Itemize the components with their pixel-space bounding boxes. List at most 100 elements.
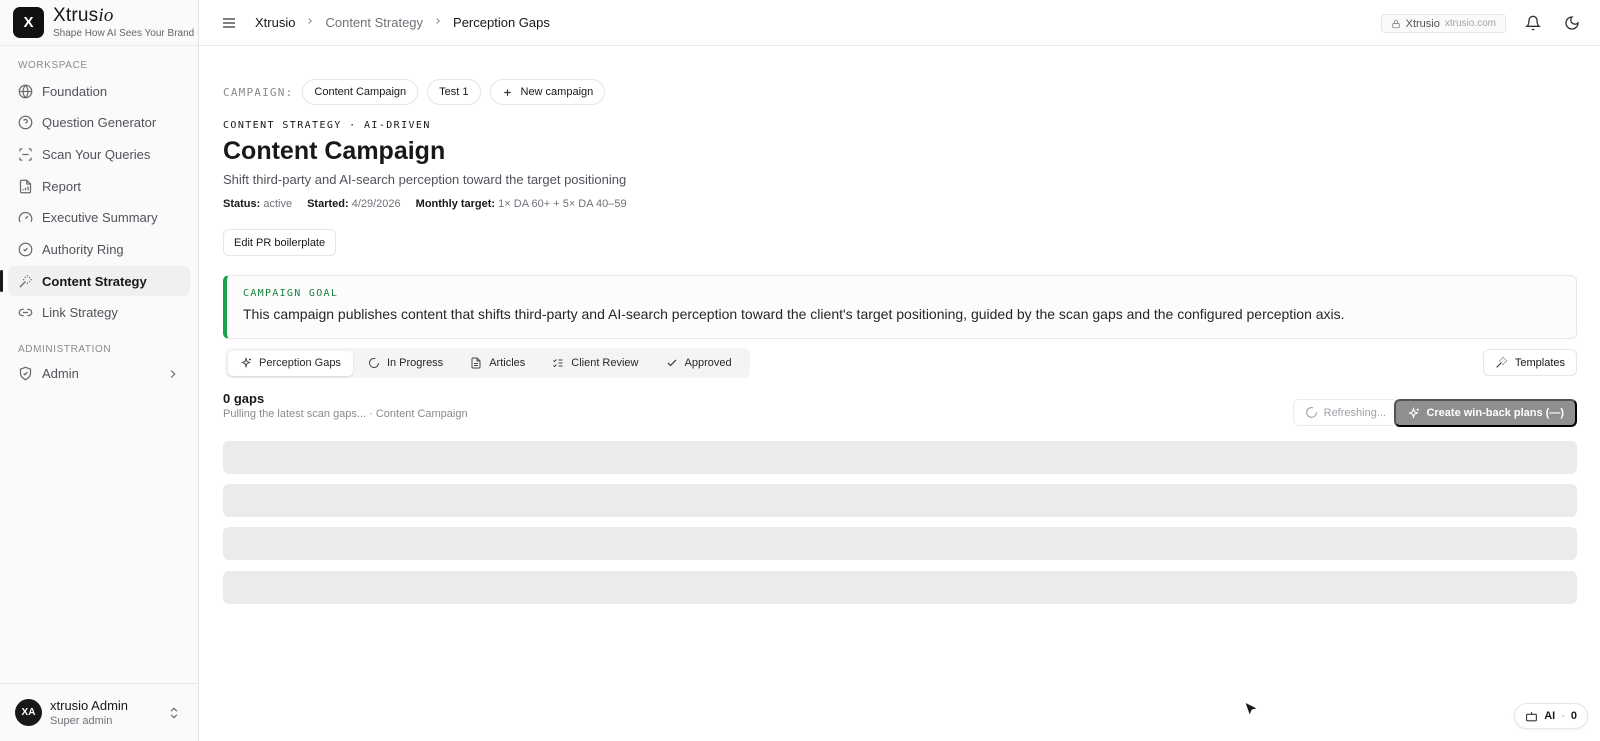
sidebar-item-admin[interactable]: Admin <box>8 359 190 389</box>
campaign-pill-content-campaign[interactable]: Content Campaign <box>302 79 419 105</box>
bell-icon[interactable] <box>1525 15 1541 31</box>
skeleton-row <box>223 441 1577 474</box>
campaign-goal-label: CAMPAIGN GOAL <box>243 288 339 299</box>
templates-label: Templates <box>1514 356 1565 369</box>
link-icon <box>18 305 33 320</box>
tab-label: Client Review <box>571 357 639 369</box>
user-text: xtrusio Admin Super admin <box>50 698 128 727</box>
sidebar-item-authority-ring[interactable]: Authority Ring <box>8 234 190 264</box>
tab-label: Approved <box>684 357 732 369</box>
sidebar-item-executive-summary[interactable]: Executive Summary <box>8 203 190 233</box>
meta-target: Monthly target: 1× DA 60+ + 5× DA 40–59 <box>416 198 627 210</box>
tab-label: In Progress <box>386 357 444 369</box>
lock-icon <box>1391 19 1401 29</box>
check-icon <box>666 357 678 369</box>
brand[interactable]: X Xtrusio Shape How AI Sees Your Brand <box>0 0 198 46</box>
sidebar-item-label: Foundation <box>42 83 108 99</box>
campaign-label: CAMPAIGN: <box>223 85 294 99</box>
scan-icon <box>18 147 33 162</box>
tab-approved[interactable]: Approved <box>654 351 744 376</box>
brand-text: Xtrusio Shape How AI Sees Your Brand <box>53 6 195 40</box>
sparkles-icon <box>240 357 252 369</box>
domain-chip-domain: xtrusio.com <box>1444 18 1496 29</box>
menu-icon[interactable] <box>221 15 237 31</box>
workspace-section-label: WORKSPACE <box>18 60 88 71</box>
meta-target-key: Monthly target: <box>415 198 496 210</box>
breadcrumb-item-section[interactable]: Content Strategy <box>325 15 423 30</box>
user-name: xtrusio Admin <box>50 698 129 713</box>
tab-perception-gaps[interactable]: Perception Gaps <box>228 350 353 376</box>
tab-articles[interactable]: Articles <box>458 351 537 376</box>
sidebar-item-label: Scan Your Queries <box>42 146 151 162</box>
workspace-domain-chip[interactable]: Xtrusio xtrusio.com <box>1380 14 1506 33</box>
page-subtitle: Shift third-party and AI-search percepti… <box>223 172 627 187</box>
campaign-goal-card: CAMPAIGN GOAL This campaign publishes co… <box>223 275 1577 339</box>
ai-assistant-chip[interactable]: AI · 0 <box>1514 703 1588 729</box>
refreshing-button[interactable]: Refreshing... <box>1292 399 1398 426</box>
chevrons-up-down-icon <box>167 705 181 721</box>
create-win-back-plans-label: Create win-back plans (—) <box>1426 407 1564 419</box>
breadcrumb-item-current: Perception Gaps <box>453 15 550 30</box>
sidebar-item-report[interactable]: Report <box>8 171 190 201</box>
help-circle-icon <box>18 115 33 130</box>
sidebar-item-content-strategy[interactable]: Content Strategy <box>0 266 190 297</box>
brand-name-italic: io <box>98 5 114 26</box>
chevron-right-icon <box>166 367 180 381</box>
meta-started: Started: 4/29/2026 <box>307 198 401 210</box>
ai-chip-separator: · <box>1561 710 1565 722</box>
sidebar-item-label: Authority Ring <box>42 241 124 257</box>
magic-wand-icon <box>1495 356 1508 369</box>
user-menu[interactable]: XA xtrusio Admin Super admin <box>0 683 199 741</box>
skeleton-row <box>223 571 1577 604</box>
loader-icon <box>1305 406 1318 419</box>
file-text-icon <box>470 357 482 369</box>
meta-started-value: 4/29/2026 <box>351 198 401 210</box>
page-title: Content Campaign <box>223 137 446 165</box>
ai-chip-count: 0 <box>1570 710 1577 722</box>
brand-tagline: Shape How AI Sees Your Brand <box>53 28 195 39</box>
content-tabs: Perception Gaps In Progress Articles Cli… <box>225 348 750 378</box>
tab-in-progress[interactable]: In Progress <box>356 351 455 376</box>
loader-icon <box>368 357 380 369</box>
meta-status: Status: active <box>223 198 292 210</box>
page-eyebrow: CONTENT STRATEGY · AI-DRIVEN <box>223 120 431 131</box>
campaign-goal-text: This campaign publishes content that shi… <box>243 306 1345 322</box>
skeleton-row <box>223 484 1577 517</box>
meta-status-key: Status: <box>223 198 261 210</box>
globe-icon <box>18 84 33 99</box>
sidebar-item-foundation[interactable]: Foundation <box>8 76 190 106</box>
sidebar-item-scan-your-queries[interactable]: Scan Your Queries <box>8 139 190 169</box>
tab-client-review[interactable]: Client Review <box>540 351 650 376</box>
gauge-icon <box>18 210 33 225</box>
templates-button[interactable]: Templates <box>1482 349 1577 376</box>
magic-wand-icon <box>18 274 33 289</box>
create-win-back-plans-button[interactable]: Create win-back plans (—) <box>1394 399 1577 427</box>
sidebar-item-link-strategy[interactable]: Link Strategy <box>8 298 190 328</box>
chevron-right-icon <box>433 16 443 26</box>
campaign-selector: CAMPAIGN: Content Campaign Test 1 New ca… <box>223 79 614 105</box>
edit-pr-boilerplate-button[interactable]: Edit PR boilerplate <box>223 229 337 256</box>
campaign-pill-test-1[interactable]: Test 1 <box>427 79 481 105</box>
sidebar-item-question-generator[interactable]: Question Generator <box>8 108 190 138</box>
shield-check-icon <box>18 366 33 381</box>
sidebar-item-label: Report <box>42 178 82 194</box>
theme-toggle-icon[interactable] <box>1564 15 1580 31</box>
sparkles-icon <box>1407 406 1420 420</box>
breadcrumb-item-home[interactable]: Xtrusio <box>255 15 295 30</box>
brand-name: Xtrusio <box>53 6 194 26</box>
bot-icon <box>1525 710 1538 723</box>
sidebar: X Xtrusio Shape How AI Sees Your Brand W… <box>0 0 199 741</box>
mouse-cursor-icon <box>1243 701 1259 717</box>
topbar: Xtrusio Content Strategy Perception Gaps… <box>199 0 1600 46</box>
gaps-status: Pulling the latest scan gaps... · Conten… <box>223 408 468 420</box>
chevron-right-icon <box>305 16 315 26</box>
refreshing-label: Refreshing... <box>1323 406 1386 419</box>
ai-chip-label: AI <box>1544 710 1556 722</box>
sidebar-item-label: Link Strategy <box>42 305 118 321</box>
sidebar-item-label: Question Generator <box>42 115 157 131</box>
user-role: Super admin <box>50 715 113 727</box>
breadcrumb: Xtrusio Content Strategy Perception Gaps <box>255 15 550 30</box>
new-campaign-button[interactable]: New campaign <box>489 79 606 105</box>
brand-logo: X <box>13 7 44 38</box>
plus-icon <box>502 87 513 98</box>
